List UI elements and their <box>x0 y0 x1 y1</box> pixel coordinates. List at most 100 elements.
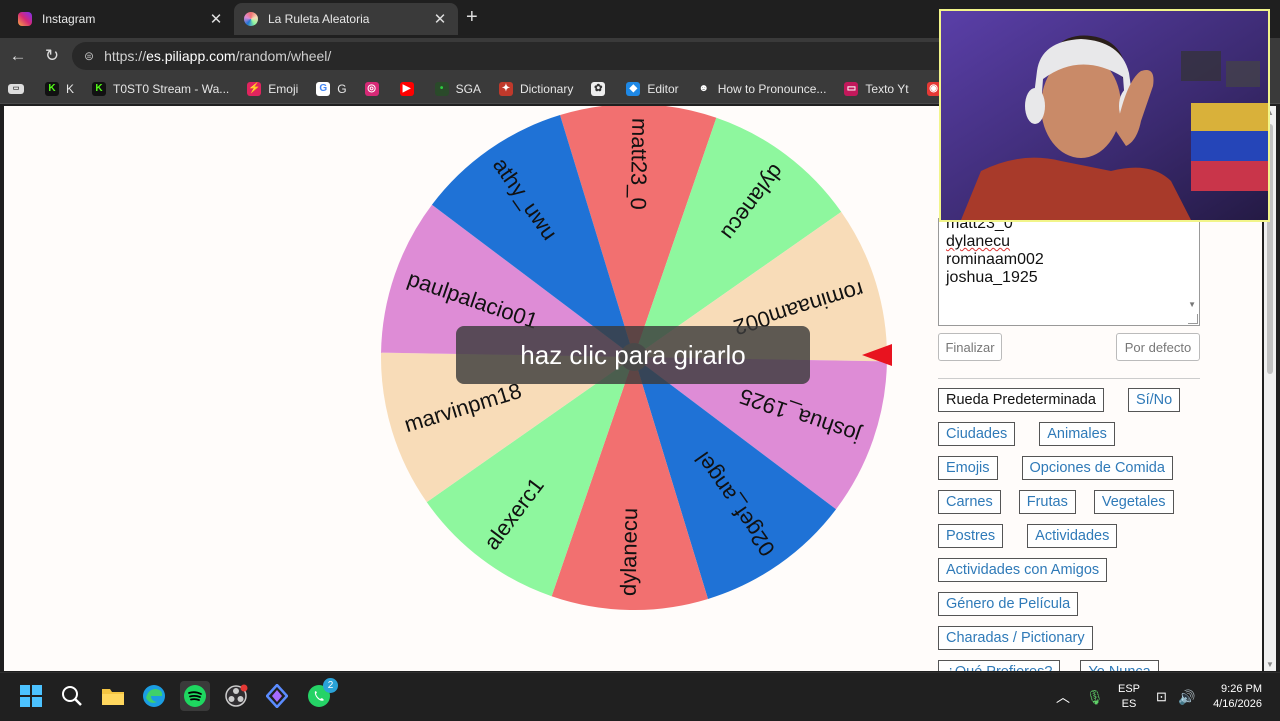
preset-button[interactable]: Postres <box>938 524 1004 548</box>
preset-button[interactable]: Emojis <box>938 456 998 480</box>
volume-icon[interactable]: 🔊 <box>1178 673 1195 721</box>
wheel-favicon-icon <box>244 12 258 26</box>
microphone-icon[interactable]: 🎙 <box>1086 673 1104 721</box>
sga-icon: • <box>434 81 449 96</box>
bookmark-label: Editor <box>647 81 679 96</box>
preset-button[interactable]: Opciones de Comida <box>1021 456 1173 480</box>
kick-icon: K <box>45 81 59 96</box>
search-icon[interactable] <box>57 681 87 711</box>
preset-button[interactable]: Actividades con Amigos <box>938 558 1108 582</box>
preset-button[interactable]: Carnes <box>938 490 1001 514</box>
default-button[interactable]: Por defecto <box>1116 333 1200 361</box>
back-arrow-icon[interactable]: ← <box>8 46 28 66</box>
preset-row: ¿Qué Prefieres? Yo Nunca <box>938 660 1200 671</box>
bookmark-label: How to Pronounce... <box>717 81 827 96</box>
bookmark-item[interactable]: ▶ <box>399 81 421 96</box>
preset-row: Rueda Predeterminada Sí/No <box>938 388 1200 412</box>
reload-icon[interactable]: ↻ <box>42 46 62 66</box>
preset-button[interactable]: Actividades <box>1027 524 1118 548</box>
bookmark-item[interactable]: KK <box>45 81 75 96</box>
whatsapp-icon[interactable]: 2 <box>304 678 338 711</box>
spin-button[interactable]: haz clic para girarlo <box>456 326 810 384</box>
windows-taskbar: 2 ︿ 🎙 ESP ES ⊡ 🔊 9:26 PM 4/16/2026 <box>0 672 1280 720</box>
google-icon: G <box>316 81 331 96</box>
preset-row: Emojis Opciones de Comida <box>938 456 1200 480</box>
preset-button[interactable]: Vegetales <box>1093 490 1174 514</box>
bookmark-label: K <box>66 81 75 96</box>
bookmark-label: G <box>337 81 347 96</box>
kick-icon: K <box>92 81 107 96</box>
bookmark-label: Texto Yt <box>865 81 909 96</box>
bookmark-item[interactable]: K T0ST0 Stream - Wa... <box>92 81 230 96</box>
bookmark-item[interactable]: ✦ Dictionary <box>498 81 574 96</box>
tab-title: La Ruleta Aleatoria <box>268 12 370 26</box>
edge-icon[interactable] <box>139 681 169 711</box>
preset-row: Carnes Frutas Vegetales <box>938 490 1200 514</box>
scroll-down-icon[interactable]: ▼ <box>1188 300 1196 309</box>
bookmark-item[interactable]: • SGA <box>434 81 481 96</box>
bookmark-item[interactable]: ⚡ Emoji <box>247 81 298 96</box>
wheel-segment-label: dylanecu <box>616 508 643 597</box>
site-info-icon[interactable]: ⊜ <box>84 49 94 63</box>
youtube-icon: ▶ <box>399 81 414 96</box>
bookmark-label: Dictionary <box>519 81 574 96</box>
texto-icon: ▭ <box>844 81 859 96</box>
preset-button[interactable]: Género de Película <box>938 592 1079 616</box>
pronounce-icon: ☻ <box>696 81 711 96</box>
bookmark-label: T0ST0 Stream - Wa... <box>113 81 230 96</box>
notification-badge: 2 <box>323 678 338 693</box>
app-diamond-icon[interactable] <box>262 681 292 711</box>
bookmark-item[interactable]: GG <box>316 81 347 96</box>
instagram-icon: ◎ <box>364 81 379 96</box>
file-explorer-icon[interactable] <box>98 681 128 711</box>
bookmark-item[interactable]: ◎ <box>364 81 386 96</box>
wheel-segment-label: matt23_0 <box>626 118 653 210</box>
network-icon[interactable]: ⊡ <box>1156 673 1167 721</box>
resize-handle[interactable] <box>1188 314 1198 324</box>
instagram-icon <box>18 12 32 26</box>
bolt-icon: ⚡ <box>247 81 262 96</box>
preset-button[interactable]: Rueda Predeterminada <box>938 388 1104 412</box>
bookmark-label: SGA <box>455 81 481 96</box>
preset-button[interactable]: Yo Nunca <box>1080 660 1159 671</box>
preset-button[interactable]: Charadas / Pictionary <box>938 626 1093 650</box>
preset-row: Ciudades Animales <box>938 422 1200 446</box>
bookmark-item[interactable]: ◆ Editor <box>626 81 679 96</box>
bookmark-apps-icon[interactable]: ▭ <box>8 83 31 94</box>
close-icon[interactable]: ✕ <box>432 10 448 28</box>
bookmark-item[interactable]: ✿ <box>591 81 612 96</box>
names-textarea[interactable]: matt23_0 dylanecu rominaam002 joshua_192… <box>938 218 1200 326</box>
openai-icon: ✿ <box>591 81 606 96</box>
tray-overflow-icon[interactable]: ︿ <box>1056 673 1070 721</box>
preset-button[interactable]: ¿Qué Prefieres? <box>938 660 1061 671</box>
dictionary-icon: ✦ <box>498 81 513 96</box>
preset-button[interactable]: Sí/No <box>1127 388 1181 412</box>
tab-title: Instagram <box>42 12 96 26</box>
bookmark-item[interactable]: ▭ Texto Yt <box>844 81 909 96</box>
spotify-icon[interactable] <box>180 681 210 711</box>
divider <box>938 378 1200 379</box>
scroll-down-icon[interactable]: ▼ <box>1266 660 1274 669</box>
bookmark-item[interactable]: ☻ How to Pronounce... <box>696 81 827 96</box>
url-text: https://es.piliapp.com/random/wheel/ <box>104 48 332 64</box>
preset-row: Charadas / Pictionary <box>938 626 1200 650</box>
name-line: joshua_1925 <box>946 269 1038 286</box>
finalize-button[interactable]: Finalizar <box>938 333 1002 361</box>
preset-row: Género de Película <box>938 592 1200 616</box>
windows-start-icon[interactable] <box>16 681 46 711</box>
preset-list: Rueda Predeterminada Sí/No Ciudades Animale… <box>938 388 1200 671</box>
preset-button[interactable]: Ciudades <box>938 422 1016 446</box>
wheel-pointer-icon <box>862 344 892 366</box>
clock[interactable]: 9:26 PM 4/16/2026 <box>1206 673 1262 721</box>
webcam-image <box>941 11 1268 220</box>
tab-ruleta[interactable]: La Ruleta Aleatoria ✕ <box>234 3 458 35</box>
editor-icon: ◆ <box>626 81 641 96</box>
preset-button[interactable]: Animales <box>1039 422 1115 446</box>
new-tab-icon[interactable]: + <box>466 6 478 29</box>
obs-icon[interactable] <box>221 681 251 711</box>
tab-instagram[interactable]: Instagram ✕ <box>8 3 234 35</box>
preset-button[interactable]: Frutas <box>1018 490 1076 514</box>
name-line: rominaam002 <box>946 251 1044 268</box>
close-icon[interactable]: ✕ <box>208 10 224 28</box>
language-indicator[interactable]: ESP ES <box>1118 673 1140 721</box>
